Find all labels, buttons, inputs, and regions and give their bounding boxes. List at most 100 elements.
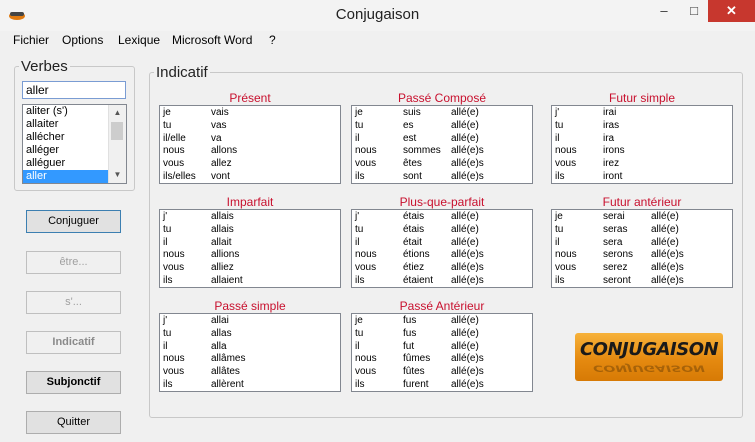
menu-lexique[interactable]: Lexique <box>118 33 160 47</box>
verb-form: alliez <box>211 262 234 274</box>
participle: allé(e)s <box>451 262 484 274</box>
menu-microsoft-word[interactable]: Microsoft Word <box>172 33 252 47</box>
verb-form: alla <box>211 340 227 352</box>
indicatif-button[interactable]: Indicatif <box>26 331 121 354</box>
verb-list-item[interactable]: allécher <box>23 131 109 144</box>
auxiliary: seras <box>603 223 628 235</box>
auxiliary: fut <box>403 340 415 352</box>
participle: allé(e) <box>451 119 479 131</box>
pronoun: ils <box>355 170 365 182</box>
pronoun: ils/elles <box>163 170 196 182</box>
auxiliary: serai <box>603 211 625 222</box>
pronoun: nous <box>555 145 577 157</box>
pronoun: nous <box>355 145 377 157</box>
verbes-legend: Verbes <box>21 58 68 75</box>
auxiliary: est <box>403 132 417 144</box>
conjugaison-logo: CONJUGAISON CONJUGAISON <box>575 333 723 381</box>
subjonctif-button[interactable]: Subjonctif <box>26 371 121 394</box>
pronoun: vous <box>355 366 377 378</box>
tense-box: j' étais allé(e) tu étais allé(e) il était all… <box>351 209 533 288</box>
verb-form: allâtes <box>211 366 240 378</box>
tense-box: j' allais tu allais il allait nous allions v… <box>159 209 341 288</box>
verb-form: iront <box>603 170 623 182</box>
participle: allé(e)s <box>451 249 484 261</box>
pronoun: il <box>355 132 360 144</box>
quitter-button[interactable]: Quitter <box>26 411 121 434</box>
verb-form: irai <box>603 107 617 118</box>
menu-fichier[interactable]: Fichier <box>13 33 49 47</box>
pronoun: j' <box>555 107 560 118</box>
maximize-button[interactable]: □ <box>680 0 708 22</box>
pronoun: il <box>355 236 360 248</box>
tense-title: Passé Composé <box>397 91 487 105</box>
conjuguer-button[interactable]: Conjuguer <box>26 210 121 233</box>
verb-form: allèrent <box>211 378 244 390</box>
etre-button[interactable]: être... <box>26 251 121 274</box>
participle: allé(e)s <box>451 274 484 286</box>
pronoun: je <box>355 107 363 118</box>
scroll-down-icon[interactable]: ▼ <box>109 167 126 183</box>
menu-options[interactable]: Options <box>62 33 103 47</box>
pronoun: je <box>163 107 171 118</box>
verb-list-item[interactable]: aliter (s') <box>23 105 109 118</box>
verb-form: allas <box>211 327 232 339</box>
verb-form: allais <box>211 211 234 222</box>
auxiliary: fûmes <box>403 353 431 365</box>
verb-list-scrollbar[interactable]: ▲ ▼ <box>108 105 126 183</box>
logo-text: CONJUGAISON <box>579 339 719 360</box>
pronoun: nous <box>355 249 377 261</box>
scroll-up-icon[interactable]: ▲ <box>109 105 126 121</box>
participle: allé(e) <box>651 211 679 222</box>
verb-list-item[interactable]: alléguer <box>23 157 109 170</box>
pronoun: vous <box>163 158 185 170</box>
pronoun: je <box>555 211 563 222</box>
verb-form: allai <box>211 315 229 326</box>
minimize-button[interactable]: – <box>650 0 678 22</box>
verb-list[interactable]: aliter (s') allaiter allécher alléger al… <box>22 104 127 184</box>
tense-box: je fus allé(e) tu fus allé(e) il fut allé(e) n… <box>351 313 533 392</box>
verb-form: vas <box>211 119 227 131</box>
tense-title: Plus-que-parfait <box>399 195 485 209</box>
participle: allé(e) <box>451 315 479 326</box>
participle: allé(e) <box>451 327 479 339</box>
auxiliary: fus <box>403 315 417 326</box>
verb-list-item[interactable]: alléger <box>23 144 109 157</box>
auxiliary: fus <box>403 327 417 339</box>
verb-search-input[interactable] <box>22 81 126 99</box>
verb-list-item[interactable]: allaiter <box>23 118 109 131</box>
pronoun: nous <box>163 353 185 365</box>
pronoun: tu <box>555 223 564 235</box>
tense-title: Passé simple <box>214 299 286 313</box>
pronoun: tu <box>163 223 172 235</box>
verb-list-item-selected[interactable]: aller <box>23 170 109 183</box>
participle: allé(e) <box>451 211 479 222</box>
pronoun: tu <box>163 327 172 339</box>
pronoun: vous <box>555 158 577 170</box>
verb-form: ira <box>603 132 615 144</box>
verb-form: va <box>211 132 222 144</box>
tense-passe-compose: Passé Composé je suis allé(e) tu es allé(e) … <box>351 91 533 184</box>
pronoun: ils <box>555 170 565 182</box>
verb-form: allez <box>211 158 232 170</box>
auxiliary: es <box>403 119 414 131</box>
pronoun: tu <box>555 119 564 131</box>
auxiliary: étions <box>403 249 430 261</box>
pronoun: il <box>163 236 168 248</box>
verb-form: allait <box>211 236 232 248</box>
close-button[interactable]: ✕ <box>708 0 755 22</box>
pronoun: j' <box>163 211 168 222</box>
tense-futur-anterieur: Futur antérieur je serai allé(e) tu seras al… <box>551 195 733 288</box>
tense-title: Passé Antérieur <box>399 299 485 313</box>
pronoun: ils <box>355 274 365 286</box>
verb-form: iras <box>603 119 620 131</box>
participle: allé(e)s <box>451 145 484 157</box>
menu-help[interactable]: ? <box>269 33 276 47</box>
se-button[interactable]: s'... <box>26 291 121 314</box>
verb-form: allaient <box>211 274 243 286</box>
auxiliary: seront <box>603 274 631 286</box>
auxiliary: serez <box>603 262 628 274</box>
tense-box: je vais tu vas il/elle va nous allons vous al… <box>159 105 341 184</box>
auxiliary: étiez <box>403 262 425 274</box>
scrollbar-thumb[interactable] <box>111 122 123 140</box>
participle: allé(e) <box>651 223 679 235</box>
